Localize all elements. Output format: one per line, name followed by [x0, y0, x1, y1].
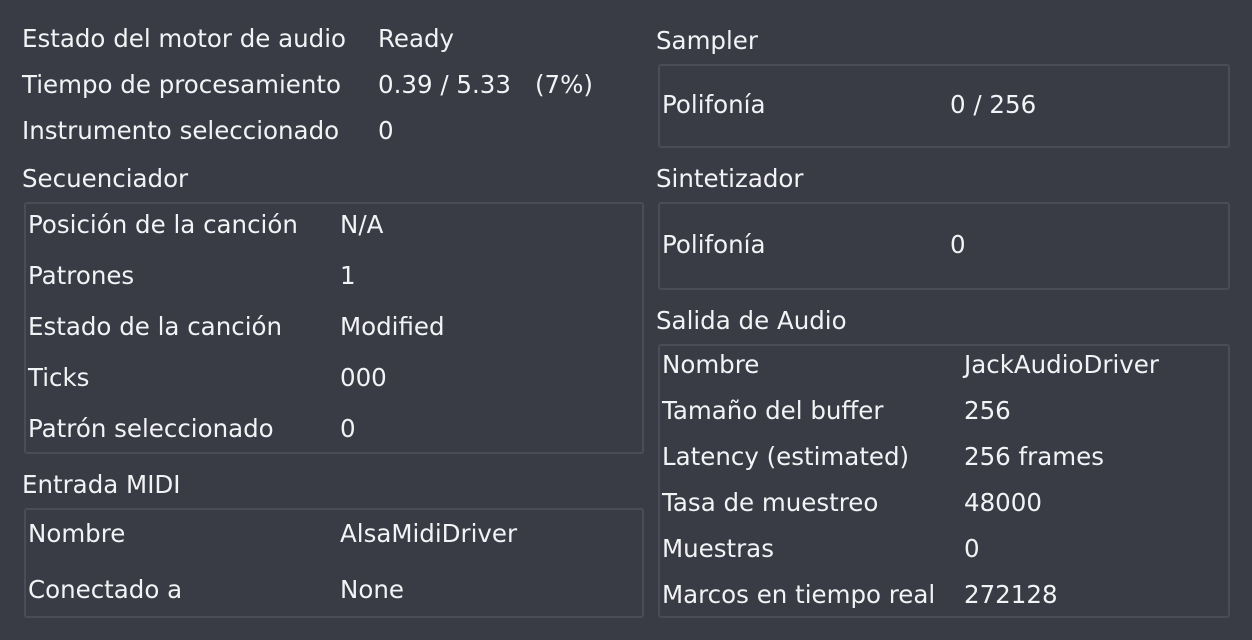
output-name-label: Nombre: [662, 350, 760, 379]
midi-connected-label: Conectado a: [28, 575, 183, 604]
samples-label: Muestras: [662, 534, 774, 563]
synth-title: Sintetizador: [656, 164, 804, 193]
audio-output-group: [658, 344, 1230, 618]
audio-engine-info-panel: Estado del motor de audio Ready Tiempo d…: [0, 0, 1252, 640]
ticks-label: Ticks: [28, 363, 90, 392]
buffer-size-label: Tamaño del buffer: [662, 396, 884, 425]
midi-input-title: Entrada MIDI: [22, 470, 181, 499]
song-position-value: N/A: [340, 210, 384, 239]
sampler-polyphony-label: Polifonía: [662, 90, 766, 119]
midi-name-value: AlsaMidiDriver: [340, 519, 518, 548]
ticks-value: 000: [340, 363, 387, 392]
processing-time-value: 0.39 / 5.33: [378, 70, 511, 99]
processing-time-percent: (7%): [535, 70, 593, 99]
buffer-size-value: 256: [964, 396, 1011, 425]
sampler-title: Sampler: [656, 26, 758, 55]
patterns-value: 1: [340, 261, 356, 290]
sample-rate-value: 48000: [964, 488, 1042, 517]
engine-state-value: Ready: [378, 24, 455, 53]
realtime-frames-value: 272128: [964, 580, 1058, 609]
patterns-label: Patrones: [28, 261, 135, 290]
selected-pattern-label: Patrón seleccionado: [28, 414, 274, 443]
midi-name-label: Nombre: [28, 519, 126, 548]
song-state-value: Modified: [340, 312, 445, 341]
midi-connected-value: None: [340, 575, 404, 604]
synth-polyphony-label: Polifonía: [662, 230, 766, 259]
latency-label: Latency (estimated): [662, 442, 910, 471]
synth-polyphony-value: 0: [950, 230, 966, 259]
audio-output-title: Salida de Audio: [656, 306, 847, 335]
engine-state-label: Estado del motor de audio: [22, 24, 347, 53]
song-position-label: Posición de la canción: [28, 210, 298, 239]
song-state-label: Estado de la canción: [28, 312, 283, 341]
processing-time-label: Tiempo de procesamiento: [22, 70, 341, 99]
selected-instrument-value: 0: [378, 116, 394, 145]
sampler-polyphony-value: 0 / 256: [950, 90, 1037, 119]
selected-pattern-value: 0: [340, 414, 356, 443]
output-name-value: JackAudioDriver: [964, 350, 1159, 379]
realtime-frames-label: Marcos en tiempo real: [662, 580, 936, 609]
sequencer-title: Secuenciador: [22, 164, 189, 193]
sample-rate-label: Tasa de muestreo: [662, 488, 879, 517]
selected-instrument-label: Instrumento seleccionado: [22, 116, 340, 145]
latency-value: 256 frames: [964, 442, 1104, 471]
samples-value: 0: [964, 534, 980, 563]
